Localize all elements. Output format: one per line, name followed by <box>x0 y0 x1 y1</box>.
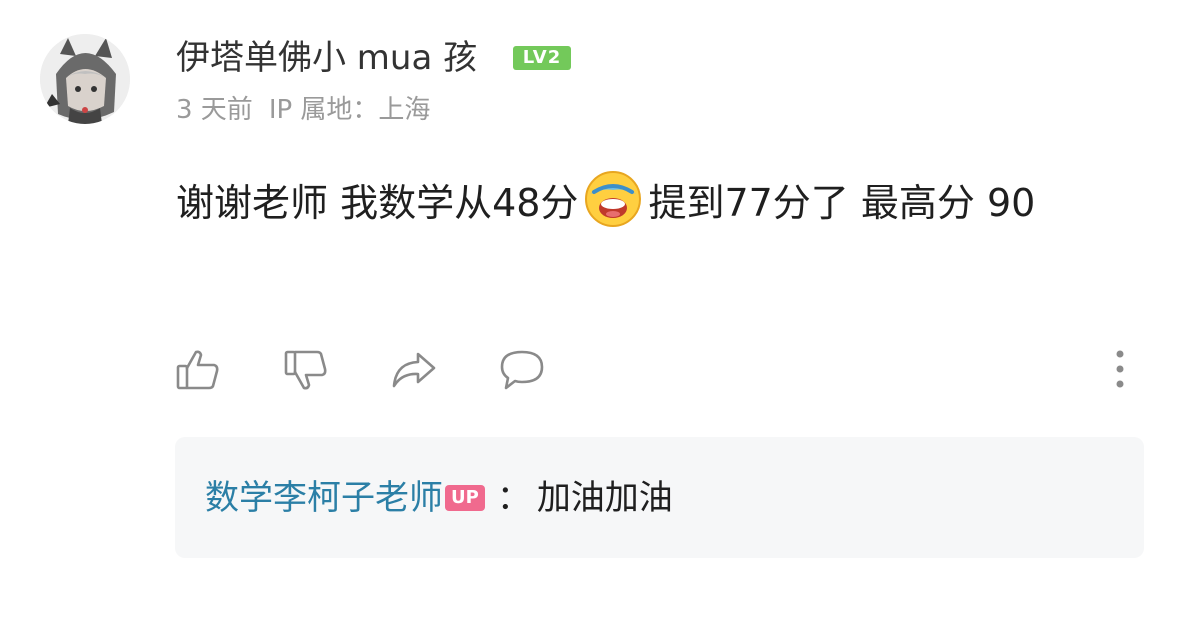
reply-preview[interactable]: 数学李柯子老师 UP ：加油加油 <box>175 437 1144 558</box>
like-icon[interactable] <box>174 346 222 394</box>
comment-text-part1: 谢谢老师 我数学从48分 <box>176 181 579 225</box>
comment-icon[interactable] <box>498 346 546 394</box>
comment-content: 谢谢老师 我数学从48分 提到77分了 最高分 90 <box>176 170 1126 236</box>
up-badge: UP <box>445 485 485 511</box>
comment-text-part2: 提到77分了 最高分 90 <box>648 181 1036 225</box>
share-icon[interactable] <box>390 346 438 394</box>
level-badge: LV2 <box>513 46 571 70</box>
comment-time: 3 天前 <box>176 95 253 125</box>
reply-line: 数学李柯子老师 UP ：加油加油 <box>205 475 673 521</box>
laughing-crying-face-emoji-icon <box>584 170 642 228</box>
reply-author[interactable]: 数学李柯子老师 <box>205 478 443 518</box>
ip-location: IP 属地：上海 <box>268 95 431 125</box>
comment-meta: 3 天前 IP 属地：上海 <box>176 92 430 128</box>
username[interactable]: 伊塔单佛小 mua 孩 <box>176 36 477 80</box>
reply-text: 加油加油 <box>536 478 673 518</box>
avatar-image <box>40 34 130 124</box>
reply-separator: ： <box>496 478 531 518</box>
action-bar <box>0 346 1180 396</box>
dislike-icon[interactable] <box>282 346 330 394</box>
more-icon[interactable] <box>1108 348 1132 392</box>
avatar[interactable] <box>40 34 130 124</box>
